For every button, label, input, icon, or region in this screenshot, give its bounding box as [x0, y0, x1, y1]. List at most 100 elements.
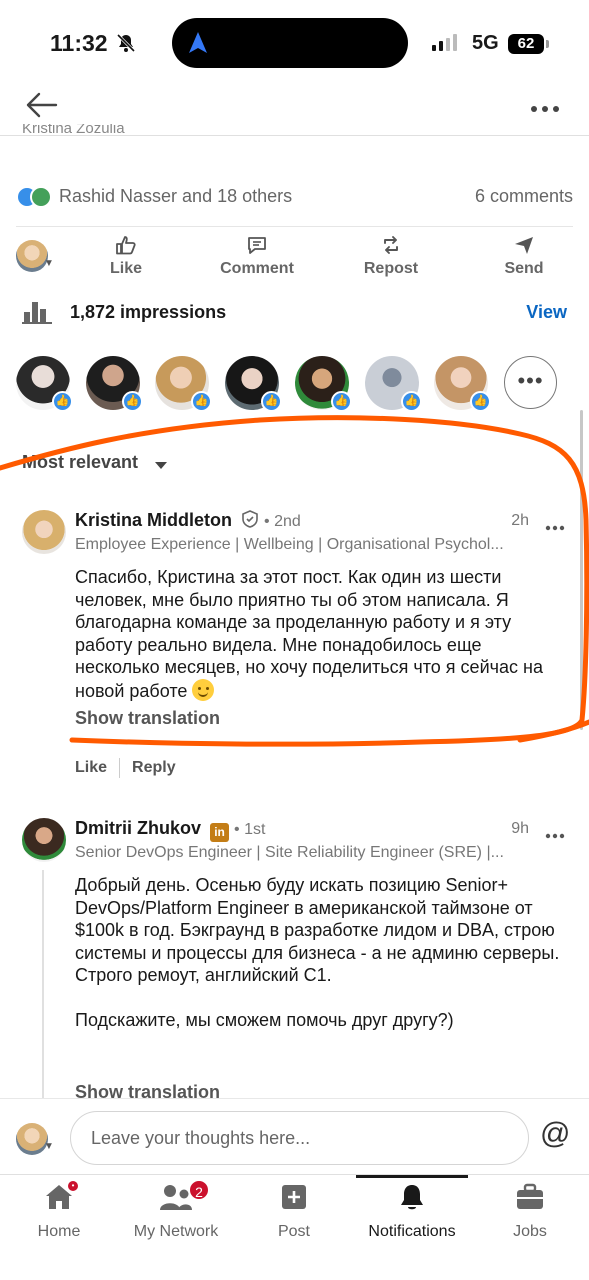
reactor-avatar[interactable]: 👍: [86, 356, 143, 412]
network-type: 5G: [472, 32, 499, 54]
reactions-summary[interactable]: Rashid Nasser and 18 others: [59, 186, 292, 207]
like-badge-icon: 👍: [261, 391, 282, 412]
divider: [16, 226, 573, 227]
comment-item: Dmitrii Zhukov in • 1st 9h Senior DevOps…: [0, 814, 589, 1110]
commenter-name-text: Kristina Middleton: [75, 510, 232, 530]
comment-more-icon[interactable]: [545, 518, 565, 536]
jobs-icon: [517, 1183, 543, 1209]
like-badge-icon: 👍: [331, 391, 352, 412]
comment-body: Добрый день. Осенью буду искать позицию …: [75, 875, 560, 1030]
comment-text: Спасибо, Кристина за этот пост. Как один…: [75, 567, 548, 701]
mention-button[interactable]: @: [540, 1117, 570, 1151]
show-translation-link[interactable]: Show translation: [75, 708, 220, 729]
comment-body: Спасибо, Кристина за этот пост. Как один…: [75, 566, 570, 702]
comments-count[interactable]: 6 comments: [475, 186, 573, 207]
comment-input[interactable]: Leave your thoughts here...: [70, 1111, 529, 1165]
chevron-down-icon[interactable]: ▼: [44, 258, 54, 269]
impressions-row: 1,872 impressions View: [22, 296, 573, 330]
connection-degree: • 1st: [234, 821, 266, 838]
comment-actions: Like Reply: [75, 758, 176, 778]
comment-time: 2h: [511, 512, 529, 529]
tab-label: Jobs: [513, 1223, 547, 1240]
support-reaction-icon: [30, 186, 52, 208]
chevron-down-icon[interactable]: ▼: [44, 1141, 54, 1152]
divider: [119, 758, 121, 778]
linkedin-premium-icon: in: [210, 823, 230, 842]
reactor-avatar[interactable]: 👍: [16, 356, 73, 412]
send-button[interactable]: Send: [502, 234, 546, 278]
location-arrow-icon: [189, 32, 207, 53]
send-icon: [515, 237, 533, 254]
notification-dot: •: [66, 1179, 80, 1193]
repost-icon: [384, 236, 398, 254]
impressions-count: 1,872 impressions: [70, 302, 227, 322]
commenter-name-text: Dmitrii Zhukov: [75, 818, 202, 838]
like-badge-icon: 👍: [122, 391, 143, 412]
bell-icon: [401, 1185, 423, 1210]
comment-like-button[interactable]: Like: [75, 759, 107, 777]
commenter-avatar[interactable]: [22, 510, 66, 554]
post-action-bar: ▼ Like Comment Repost Send: [0, 230, 589, 284]
tab-notifications[interactable]: Notifications: [356, 1175, 468, 1241]
tab-label: My Network: [133, 1223, 219, 1240]
repost-label: Repost: [363, 260, 419, 277]
tab-label: Notifications: [368, 1223, 456, 1240]
commenter-headline: Employee Experience | Wellbeing | Organi…: [75, 536, 504, 553]
reactor-avatar[interactable]: 👍: [155, 356, 212, 412]
like-button[interactable]: Like: [106, 234, 146, 278]
like-icon: [116, 236, 136, 255]
like-badge-icon: 👍: [52, 391, 73, 412]
commenter-headline: Senior DevOps Engineer | Site Reliabilit…: [75, 844, 504, 861]
thread-line: [42, 870, 44, 1110]
network-badge: 2: [188, 1179, 210, 1201]
back-arrow-icon[interactable]: [26, 92, 58, 123]
like-badge-icon: 👍: [470, 391, 491, 412]
comment-item: Kristina Middleton • 2nd 2h Employee Exp…: [0, 506, 589, 786]
tab-my-network[interactable]: 2 My Network: [124, 1175, 228, 1241]
tab-jobs[interactable]: Jobs: [500, 1175, 560, 1241]
reactor-avatar[interactable]: 👍: [365, 356, 422, 412]
reactor-avatar[interactable]: 👍: [295, 356, 352, 412]
reactors-row: 👍 👍 👍 👍 👍 👍 👍 •••: [16, 356, 561, 412]
tab-home[interactable]: • Home: [24, 1175, 94, 1241]
bottom-tab-bar: • Home 2 My Network Post Notifications J…: [0, 1174, 589, 1280]
like-badge-icon: 👍: [191, 391, 212, 412]
battery-icon: 62: [508, 34, 544, 54]
sort-dropdown[interactable]: Most relevant: [22, 452, 138, 473]
more-options-icon[interactable]: [530, 100, 560, 118]
comment-label: Comment: [220, 260, 294, 277]
comment-compose-bar: ▼ Leave your thoughts here... @: [0, 1098, 589, 1174]
comment-reply-button[interactable]: Reply: [132, 759, 176, 777]
view-analytics-link[interactable]: View: [526, 302, 567, 323]
status-time: 11:32: [50, 30, 108, 56]
like-badge-icon: 👍: [401, 391, 422, 412]
dynamic-island: [172, 18, 408, 68]
caret-down-icon[interactable]: [154, 458, 168, 476]
battery-cap: [546, 40, 549, 48]
reactor-avatar[interactable]: 👍: [434, 356, 491, 412]
commenter-name[interactable]: Dmitrii Zhukov in • 1st: [75, 818, 265, 842]
signal-icon: [432, 34, 462, 57]
reactor-avatar[interactable]: 👍: [225, 356, 282, 412]
status-bar: 11:32 5G 62: [0, 0, 589, 80]
tab-post[interactable]: Post: [264, 1175, 324, 1241]
tab-label: Post: [277, 1223, 310, 1240]
reaction-icons: [16, 186, 56, 208]
tab-label: Home: [37, 1223, 81, 1240]
commenter-avatar[interactable]: [22, 818, 66, 862]
post-author-partial: Kristina Zozulia: [22, 124, 125, 135]
analytics-icon: [22, 300, 52, 329]
silent-mode-icon: [116, 33, 136, 58]
post-icon: [282, 1185, 306, 1209]
like-label: Like: [109, 260, 142, 277]
repost-button[interactable]: Repost: [360, 234, 422, 278]
comment-more-icon[interactable]: [545, 826, 565, 844]
comment-time: 9h: [511, 820, 529, 837]
commenter-name[interactable]: Kristina Middleton • 2nd: [75, 510, 301, 531]
more-reactors-button[interactable]: •••: [504, 356, 557, 409]
send-label: Send: [504, 260, 544, 277]
social-counts[interactable]: Rashid Nasser and 18 others 6 comments: [16, 180, 573, 216]
smile-emoji-icon: [192, 678, 215, 701]
comment-button[interactable]: Comment: [214, 234, 300, 278]
verified-shield-icon: [242, 510, 258, 528]
